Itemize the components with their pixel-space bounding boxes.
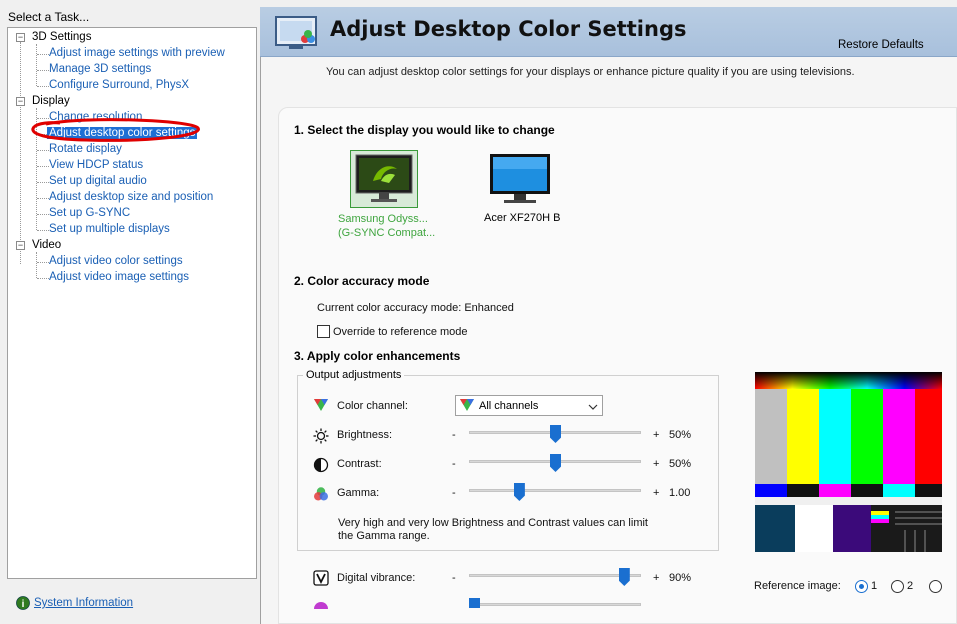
nvidia-monitor-icon (355, 154, 413, 202)
hue-slider-track[interactable] (469, 603, 641, 606)
tree-item-adjust-desktop-size[interactable]: Adjust desktop size and position (49, 191, 213, 203)
display-1-name: Samsung Odyss... (338, 213, 428, 225)
gamma-slider-track[interactable] (469, 489, 641, 492)
gamma-minus: - (452, 487, 456, 499)
display-2-name: Acer XF270H B (484, 212, 561, 224)
hue-slider-thumb[interactable] (469, 598, 480, 608)
override-label: Override to reference mode (333, 326, 468, 338)
reference-image-option-1: 1 (871, 580, 878, 592)
digital-vibrance-plus: + (653, 572, 660, 584)
override-checkbox[interactable] (317, 325, 330, 338)
contrast-minus: - (452, 458, 456, 470)
color-channel-selected-value: All channels (479, 400, 539, 412)
color-channel-label: Color channel: (337, 400, 408, 412)
tree-connector (37, 230, 49, 231)
section-color-accuracy-heading: 2. Color accuracy mode (294, 274, 430, 288)
tree-connector (37, 262, 49, 263)
task-pane-title: Select a Task... (8, 10, 90, 24)
collapse-video-icon[interactable]: − (16, 241, 25, 250)
task-tree[interactable]: − 3D Settings Adjust image settings with… (7, 27, 257, 579)
gamma-icon (313, 486, 329, 505)
tree-item-configure-surround[interactable]: Configure Surround, PhysX (49, 79, 189, 91)
tree-item-adjust-image-settings[interactable]: Adjust image settings with preview (49, 47, 225, 59)
collapse-3d-icon[interactable]: − (16, 33, 25, 42)
radio-dot (859, 584, 864, 589)
tree-item-adjust-video-color[interactable]: Adjust video color settings (49, 255, 183, 267)
tree-item-set-up-gsync[interactable]: Set up G-SYNC (49, 207, 130, 219)
tree-item-rotate-display[interactable]: Rotate display (49, 143, 122, 155)
tree-connector (37, 198, 49, 199)
tree-item-adjust-video-image[interactable]: Adjust video image settings (49, 271, 189, 283)
tree-connector (36, 44, 37, 86)
system-information-link[interactable]: System Information (34, 597, 133, 609)
brightness-plus: + (653, 429, 660, 441)
gamma-range-note: Very high and very low Brightness and Co… (338, 517, 648, 542)
digital-vibrance-minus: - (452, 572, 456, 584)
brightness-icon (313, 428, 329, 447)
brightness-minus: - (452, 429, 456, 441)
display-1-label: Samsung Odyss... (G-SYNC Compat... (338, 212, 435, 240)
tree-connector (20, 42, 21, 264)
reference-image-radio-3[interactable] (929, 580, 942, 593)
reference-image-radio-1[interactable] (855, 580, 868, 593)
tree-item-set-up-multiple-displays[interactable]: Set up multiple displays (49, 223, 170, 235)
display-1-tile-selected[interactable] (350, 150, 418, 208)
page-title: Adjust Desktop Color Settings (330, 17, 687, 41)
section-select-display-heading: 1. Select the display you would like to … (294, 123, 555, 137)
reference-image-label: Reference image: (754, 580, 841, 592)
contrast-value: 50% (669, 458, 692, 470)
brightness-label: Brightness: (337, 429, 393, 441)
reference-image-radio-2[interactable] (891, 580, 904, 593)
tree-connector (37, 166, 49, 167)
gamma-plus: + (653, 487, 660, 499)
tree-connector (37, 278, 49, 279)
color-channel-icon (313, 398, 329, 415)
tree-connector (36, 252, 37, 278)
brightness-value: 50% (669, 429, 692, 441)
tree-category-display[interactable]: Display (32, 95, 70, 107)
digital-vibrance-slider-track[interactable] (469, 574, 641, 577)
output-adjustments-label: Output adjustments (303, 369, 405, 381)
contrast-plus: + (653, 458, 660, 470)
system-info-icon[interactable]: i (16, 596, 30, 613)
digital-vibrance-icon (313, 570, 329, 589)
tree-item-manage-3d-settings[interactable]: Manage 3D settings (49, 63, 151, 75)
tree-connector (37, 182, 49, 183)
tree-connector (37, 214, 49, 215)
digital-vibrance-value: 90% (669, 572, 692, 584)
reference-image-option-2: 2 (907, 580, 914, 592)
gamma-value: 1.00 (669, 487, 691, 499)
tree-connector (37, 70, 49, 71)
tree-item-set-up-digital-audio[interactable]: Set up digital audio (49, 175, 147, 187)
tree-connector (37, 86, 49, 87)
contrast-label: Contrast: (337, 458, 382, 470)
reference-test-pattern (755, 372, 942, 555)
hue-icon (313, 599, 329, 613)
contrast-icon (313, 457, 329, 476)
tree-category-3d-settings[interactable]: 3D Settings (32, 31, 91, 43)
desktop-color-settings-icon (273, 15, 323, 58)
svg-text:i: i (22, 599, 25, 610)
current-accuracy-mode: Current color accuracy mode: Enhanced (317, 302, 514, 314)
restore-defaults-link[interactable]: Restore Defaults (838, 39, 924, 51)
all-channels-icon (459, 398, 475, 415)
tree-connector (37, 54, 49, 55)
monitor-icon (490, 154, 550, 203)
tree-category-video[interactable]: Video (32, 239, 61, 251)
section-color-enhancements-heading: 3. Apply color enhancements (294, 349, 461, 363)
display-2-tile[interactable] (488, 152, 552, 209)
display-1-subtitle: (G-SYNC Compat... (338, 227, 436, 239)
chevron-down-icon (588, 400, 598, 414)
collapse-display-icon[interactable]: − (16, 97, 25, 106)
tree-item-view-hdcp-status[interactable]: View HDCP status (49, 159, 143, 171)
gamma-label: Gamma: (337, 487, 380, 499)
tree-connector (37, 150, 49, 151)
digital-vibrance-label: Digital vibrance: (337, 572, 416, 584)
page-description: You can adjust desktop color settings fo… (326, 66, 855, 78)
red-annotation-circle (31, 118, 200, 142)
